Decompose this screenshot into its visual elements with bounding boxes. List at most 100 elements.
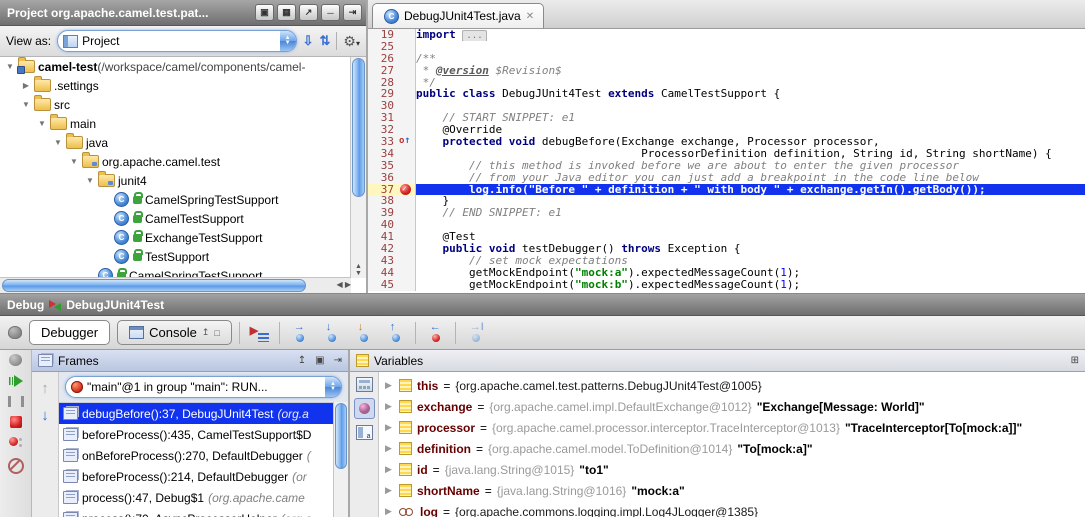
stack-frame-row[interactable]: process():47, Debug$1 (org.apache.came xyxy=(59,487,348,508)
code-line[interactable]: 45 getMockEndpoint("mock:b").expectedMes… xyxy=(368,279,1085,291)
auto-variables-mode-icon[interactable] xyxy=(354,398,375,419)
previous-frame-icon[interactable]: ↑ xyxy=(41,380,49,397)
minimize-window-icon[interactable] xyxy=(321,4,340,21)
scroll-to-source-icon[interactable] xyxy=(303,33,314,49)
tree-horizontal-scrollbar-thumb[interactable] xyxy=(2,279,306,292)
evaluate-expression-icon[interactable] xyxy=(356,377,373,392)
chevron-right-icon[interactable]: ▶ xyxy=(385,443,394,454)
tree-horizontal-scroll-arrows[interactable]: ◀ ▶ xyxy=(336,280,351,289)
pause-icon[interactable] xyxy=(8,396,24,407)
code-line[interactable]: 36 // from your Java editor you can just… xyxy=(368,172,1085,184)
float-window-icon[interactable] xyxy=(255,4,274,21)
pin-window-icon[interactable] xyxy=(299,4,318,21)
tree-vertical-scrollbar-thumb[interactable] xyxy=(352,58,365,197)
code-line[interactable]: 26/** xyxy=(368,53,1085,65)
code-line[interactable]: 28 */ xyxy=(368,77,1085,89)
thread-combobox[interactable]: "main"@1 in group "main": RUN... ▲▼ xyxy=(65,376,342,398)
stack-frame-row[interactable]: debugBefore():37, DebugJUnit4Test (org.a xyxy=(59,403,348,424)
tree-item[interactable]: ▼camel-test (/workspace/camel/components… xyxy=(0,57,366,76)
chevron-right-icon[interactable]: ▶ xyxy=(385,401,394,412)
tree-item[interactable]: ExchangeTestSupport xyxy=(0,228,366,247)
stop-icon[interactable] xyxy=(10,416,22,428)
chevron-down-icon[interactable]: ▼ xyxy=(20,100,32,109)
tree-item[interactable]: TestSupport xyxy=(0,247,366,266)
chevron-right-icon[interactable]: ▶ xyxy=(385,464,394,475)
tab-debugger[interactable]: Debugger xyxy=(29,320,110,345)
chevron-right-icon[interactable]: ▶ xyxy=(385,422,394,433)
code-line[interactable]: 29public class DebugJUnit4Test extends C… xyxy=(368,88,1085,100)
editor-tab[interactable]: DebugJUnit4Test.java ✕ xyxy=(372,3,544,28)
show-types-icon[interactable] xyxy=(356,425,373,440)
chevron-right-icon[interactable]: ▶ xyxy=(385,380,394,391)
code-line[interactable]: 25 xyxy=(368,41,1085,53)
float-panel-icon[interactable] xyxy=(315,355,324,366)
float-console-icon[interactable] xyxy=(214,328,219,338)
step-into-icon[interactable] xyxy=(319,322,344,344)
code-line[interactable]: 37 log.info("Before " + definition + " w… xyxy=(368,184,1085,196)
rerun-icon[interactable] xyxy=(9,354,22,366)
chevron-down-icon[interactable]: ▼ xyxy=(84,176,96,185)
step-over-icon[interactable] xyxy=(287,322,312,344)
pop-frame-icon[interactable] xyxy=(423,322,448,344)
breakpoint-icon[interactable] xyxy=(400,184,411,195)
view-as-combobox[interactable]: Project ▲▼ xyxy=(57,30,296,52)
tree-item[interactable]: ▶.settings xyxy=(0,76,366,95)
chevron-down-icon[interactable]: ▼ xyxy=(4,62,16,71)
code-line[interactable]: 35 // this method is invoked before we a… xyxy=(368,160,1085,172)
pop-frame-header-icon[interactable] xyxy=(298,355,306,366)
chevron-down-icon[interactable]: ▼ xyxy=(68,157,80,166)
tree-item[interactable]: ▼java xyxy=(0,133,366,152)
chevron-right-icon[interactable]: ▶ xyxy=(385,506,394,517)
next-frame-icon[interactable]: ↓ xyxy=(41,407,49,424)
chevron-right-icon[interactable]: ▶ xyxy=(20,81,32,90)
override-marker-icon[interactable] xyxy=(399,135,410,148)
code-line[interactable]: 27 * @version $Revision$ xyxy=(368,65,1085,77)
tree-item[interactable]: CamelTestSupport xyxy=(0,209,366,228)
code-line[interactable]: 39 // END SNIPPET: e1 xyxy=(368,207,1085,219)
tree-item[interactable]: ▼src xyxy=(0,95,366,114)
code-line[interactable]: 33 protected void debugBefore(Exchange e… xyxy=(368,136,1085,148)
tree-item[interactable]: ▼junit4 xyxy=(0,171,366,190)
code-line[interactable]: 40 xyxy=(368,219,1085,231)
code-line[interactable]: 44 getMockEndpoint("mock:a").expectedMes… xyxy=(368,267,1085,279)
frames-vertical-scrollbar-thumb[interactable] xyxy=(335,403,347,469)
dock-window-icon[interactable] xyxy=(277,4,296,21)
tab-console[interactable]: Console xyxy=(117,320,232,345)
variable-row[interactable]: ▶this = {org.apache.camel.test.patterns.… xyxy=(379,375,1085,396)
code-line[interactable]: 30 xyxy=(368,100,1085,112)
tree-item[interactable]: ▼main xyxy=(0,114,366,133)
run-to-cursor-icon[interactable] xyxy=(463,322,488,344)
code-line[interactable]: 43 // set mock expectations xyxy=(368,255,1085,267)
variable-row[interactable]: ▶definition = {org.apache.camel.model.To… xyxy=(379,438,1085,459)
tree-item[interactable]: CamelSpringTestSupport xyxy=(0,190,366,209)
resume-icon[interactable] xyxy=(9,375,23,387)
tree-vertical-scrollbar[interactable] xyxy=(350,57,366,278)
code-line[interactable]: 32 @Override xyxy=(368,124,1085,136)
export-icon[interactable] xyxy=(202,327,210,338)
code-line[interactable]: 41 @Test xyxy=(368,231,1085,243)
mute-breakpoints-icon[interactable] xyxy=(8,458,24,474)
code-line[interactable]: 42 public void testDebugger() throws Exc… xyxy=(368,243,1085,255)
close-tab-icon[interactable]: ✕ xyxy=(526,11,534,22)
code-line[interactable]: 38 } xyxy=(368,195,1085,207)
variable-row[interactable]: ▶exchange = {org.apache.camel.impl.Defau… xyxy=(379,396,1085,417)
gear-settings-icon[interactable] xyxy=(343,33,360,50)
chevron-down-icon[interactable]: ▼ xyxy=(52,138,64,147)
code-line[interactable]: 19import ... xyxy=(368,29,1085,41)
gutter-marker-strip[interactable] xyxy=(398,184,416,196)
hide-window-icon[interactable] xyxy=(343,4,362,21)
stack-frame-row[interactable]: beforeProcess():435, CamelTestSupport$D xyxy=(59,424,348,445)
hide-panel-icon[interactable] xyxy=(334,355,342,366)
code-editor[interactable]: 19import ...2526/**27 * @version $Revisi… xyxy=(368,29,1085,293)
add-watch-icon[interactable] xyxy=(1071,355,1079,366)
variable-row[interactable]: ▶processor = {org.apache.camel.processor… xyxy=(379,417,1085,438)
combo-stepper-icon[interactable]: ▲▼ xyxy=(280,31,296,51)
chevron-right-icon[interactable]: ▶ xyxy=(385,485,394,496)
code-line[interactable]: 31 // START SNIPPET: e1 xyxy=(368,112,1085,124)
tree-item[interactable]: ▼org.apache.camel.test xyxy=(0,152,366,171)
force-step-into-icon[interactable] xyxy=(351,322,376,344)
variable-row[interactable]: ▶shortName = {java.lang.String@1016}"moc… xyxy=(379,480,1085,501)
collapse-all-icon[interactable] xyxy=(320,33,331,49)
code-line[interactable]: 34 ProcessorDefinition definition, Strin… xyxy=(368,148,1085,160)
combo-stepper-icon[interactable]: ▲▼ xyxy=(325,377,341,397)
